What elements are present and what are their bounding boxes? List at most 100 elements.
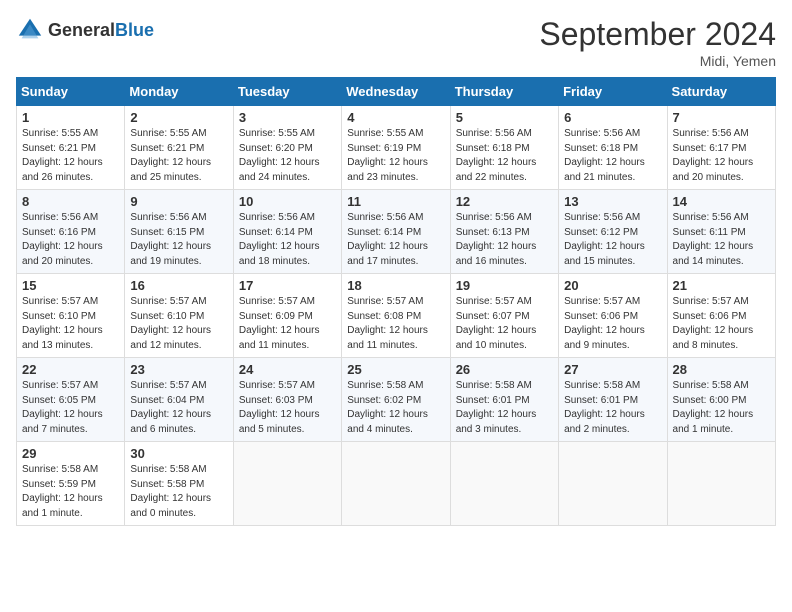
weekday-header: Wednesday xyxy=(342,78,450,106)
day-number: 15 xyxy=(22,278,119,293)
day-number: 23 xyxy=(130,362,227,377)
calendar-day-cell: 28 Sunrise: 5:58 AMSunset: 6:00 PMDaylig… xyxy=(667,358,775,442)
calendar-day-cell: 17 Sunrise: 5:57 AMSunset: 6:09 PMDaylig… xyxy=(233,274,341,358)
calendar-day-cell xyxy=(559,442,667,526)
day-info: Sunrise: 5:56 AMSunset: 6:11 PMDaylight:… xyxy=(673,212,754,267)
calendar-week-row: 22 Sunrise: 5:57 AMSunset: 6:05 PMDaylig… xyxy=(17,358,776,442)
day-number: 29 xyxy=(22,446,119,461)
calendar-week-row: 1 Sunrise: 5:55 AMSunset: 6:21 PMDayligh… xyxy=(17,106,776,190)
day-number: 19 xyxy=(456,278,553,293)
day-number: 1 xyxy=(22,110,119,125)
day-number: 27 xyxy=(564,362,661,377)
calendar-day-cell: 6 Sunrise: 5:56 AMSunset: 6:18 PMDayligh… xyxy=(559,106,667,190)
day-info: Sunrise: 5:57 AMSunset: 6:05 PMDaylight:… xyxy=(22,380,103,435)
day-number: 17 xyxy=(239,278,336,293)
calendar-day-cell: 29 Sunrise: 5:58 AMSunset: 5:59 PMDaylig… xyxy=(17,442,125,526)
day-number: 21 xyxy=(673,278,770,293)
calendar-day-cell: 26 Sunrise: 5:58 AMSunset: 6:01 PMDaylig… xyxy=(450,358,558,442)
day-number: 11 xyxy=(347,194,444,209)
day-info: Sunrise: 5:57 AMSunset: 6:06 PMDaylight:… xyxy=(673,296,754,351)
day-info: Sunrise: 5:58 AMSunset: 5:58 PMDaylight:… xyxy=(130,464,211,519)
weekday-header: Saturday xyxy=(667,78,775,106)
logo-icon xyxy=(16,16,44,44)
day-info: Sunrise: 5:55 AMSunset: 6:19 PMDaylight:… xyxy=(347,128,428,183)
calendar-day-cell: 13 Sunrise: 5:56 AMSunset: 6:12 PMDaylig… xyxy=(559,190,667,274)
calendar-day-cell: 19 Sunrise: 5:57 AMSunset: 6:07 PMDaylig… xyxy=(450,274,558,358)
calendar-day-cell: 16 Sunrise: 5:57 AMSunset: 6:10 PMDaylig… xyxy=(125,274,233,358)
day-number: 7 xyxy=(673,110,770,125)
calendar-day-cell xyxy=(233,442,341,526)
calendar-day-cell: 23 Sunrise: 5:57 AMSunset: 6:04 PMDaylig… xyxy=(125,358,233,442)
calendar-day-cell xyxy=(450,442,558,526)
day-info: Sunrise: 5:57 AMSunset: 6:07 PMDaylight:… xyxy=(456,296,537,351)
day-number: 25 xyxy=(347,362,444,377)
day-number: 22 xyxy=(22,362,119,377)
weekday-header: Tuesday xyxy=(233,78,341,106)
day-number: 18 xyxy=(347,278,444,293)
calendar-day-cell: 27 Sunrise: 5:58 AMSunset: 6:01 PMDaylig… xyxy=(559,358,667,442)
day-number: 26 xyxy=(456,362,553,377)
day-number: 13 xyxy=(564,194,661,209)
day-number: 20 xyxy=(564,278,661,293)
day-number: 8 xyxy=(22,194,119,209)
calendar-day-cell: 9 Sunrise: 5:56 AMSunset: 6:15 PMDayligh… xyxy=(125,190,233,274)
day-info: Sunrise: 5:56 AMSunset: 6:17 PMDaylight:… xyxy=(673,128,754,183)
day-info: Sunrise: 5:58 AMSunset: 6:02 PMDaylight:… xyxy=(347,380,428,435)
weekday-header: Thursday xyxy=(450,78,558,106)
day-info: Sunrise: 5:56 AMSunset: 6:14 PMDaylight:… xyxy=(347,212,428,267)
calendar-day-cell: 21 Sunrise: 5:57 AMSunset: 6:06 PMDaylig… xyxy=(667,274,775,358)
calendar-day-cell: 4 Sunrise: 5:55 AMSunset: 6:19 PMDayligh… xyxy=(342,106,450,190)
calendar-day-cell: 14 Sunrise: 5:56 AMSunset: 6:11 PMDaylig… xyxy=(667,190,775,274)
logo-blue-text: Blue xyxy=(115,20,154,40)
day-number: 3 xyxy=(239,110,336,125)
calendar-day-cell: 7 Sunrise: 5:56 AMSunset: 6:17 PMDayligh… xyxy=(667,106,775,190)
day-info: Sunrise: 5:55 AMSunset: 6:21 PMDaylight:… xyxy=(22,128,103,183)
page-header: GeneralBlue September 2024 Midi, Yemen xyxy=(16,16,776,69)
calendar-day-cell: 2 Sunrise: 5:55 AMSunset: 6:21 PMDayligh… xyxy=(125,106,233,190)
weekday-header: Sunday xyxy=(17,78,125,106)
calendar-week-row: 8 Sunrise: 5:56 AMSunset: 6:16 PMDayligh… xyxy=(17,190,776,274)
logo: GeneralBlue xyxy=(16,16,154,44)
location: Midi, Yemen xyxy=(539,53,776,69)
calendar-day-cell: 30 Sunrise: 5:58 AMSunset: 5:58 PMDaylig… xyxy=(125,442,233,526)
day-info: Sunrise: 5:58 AMSunset: 6:01 PMDaylight:… xyxy=(456,380,537,435)
day-number: 10 xyxy=(239,194,336,209)
day-info: Sunrise: 5:56 AMSunset: 6:12 PMDaylight:… xyxy=(564,212,645,267)
calendar-day-cell xyxy=(342,442,450,526)
day-info: Sunrise: 5:57 AMSunset: 6:09 PMDaylight:… xyxy=(239,296,320,351)
day-info: Sunrise: 5:55 AMSunset: 6:21 PMDaylight:… xyxy=(130,128,211,183)
calendar-day-cell: 22 Sunrise: 5:57 AMSunset: 6:05 PMDaylig… xyxy=(17,358,125,442)
calendar-day-cell: 8 Sunrise: 5:56 AMSunset: 6:16 PMDayligh… xyxy=(17,190,125,274)
calendar-table: SundayMondayTuesdayWednesdayThursdayFrid… xyxy=(16,77,776,526)
calendar-day-cell: 25 Sunrise: 5:58 AMSunset: 6:02 PMDaylig… xyxy=(342,358,450,442)
day-info: Sunrise: 5:56 AMSunset: 6:18 PMDaylight:… xyxy=(456,128,537,183)
day-info: Sunrise: 5:57 AMSunset: 6:08 PMDaylight:… xyxy=(347,296,428,351)
calendar-day-cell: 11 Sunrise: 5:56 AMSunset: 6:14 PMDaylig… xyxy=(342,190,450,274)
logo-general-text: General xyxy=(48,20,115,40)
calendar-week-row: 15 Sunrise: 5:57 AMSunset: 6:10 PMDaylig… xyxy=(17,274,776,358)
day-number: 2 xyxy=(130,110,227,125)
day-info: Sunrise: 5:56 AMSunset: 6:16 PMDaylight:… xyxy=(22,212,103,267)
day-number: 14 xyxy=(673,194,770,209)
calendar-week-row: 29 Sunrise: 5:58 AMSunset: 5:59 PMDaylig… xyxy=(17,442,776,526)
calendar-day-cell: 12 Sunrise: 5:56 AMSunset: 6:13 PMDaylig… xyxy=(450,190,558,274)
day-info: Sunrise: 5:57 AMSunset: 6:04 PMDaylight:… xyxy=(130,380,211,435)
day-number: 6 xyxy=(564,110,661,125)
weekday-header: Friday xyxy=(559,78,667,106)
calendar-day-cell: 24 Sunrise: 5:57 AMSunset: 6:03 PMDaylig… xyxy=(233,358,341,442)
calendar-day-cell: 5 Sunrise: 5:56 AMSunset: 6:18 PMDayligh… xyxy=(450,106,558,190)
day-number: 28 xyxy=(673,362,770,377)
day-info: Sunrise: 5:56 AMSunset: 6:18 PMDaylight:… xyxy=(564,128,645,183)
day-number: 4 xyxy=(347,110,444,125)
day-number: 5 xyxy=(456,110,553,125)
day-info: Sunrise: 5:58 AMSunset: 6:01 PMDaylight:… xyxy=(564,380,645,435)
day-number: 16 xyxy=(130,278,227,293)
calendar-day-cell: 20 Sunrise: 5:57 AMSunset: 6:06 PMDaylig… xyxy=(559,274,667,358)
calendar-day-cell: 18 Sunrise: 5:57 AMSunset: 6:08 PMDaylig… xyxy=(342,274,450,358)
day-info: Sunrise: 5:57 AMSunset: 6:03 PMDaylight:… xyxy=(239,380,320,435)
calendar-header-row: SundayMondayTuesdayWednesdayThursdayFrid… xyxy=(17,78,776,106)
day-number: 12 xyxy=(456,194,553,209)
day-number: 30 xyxy=(130,446,227,461)
day-info: Sunrise: 5:57 AMSunset: 6:10 PMDaylight:… xyxy=(22,296,103,351)
calendar-day-cell: 3 Sunrise: 5:55 AMSunset: 6:20 PMDayligh… xyxy=(233,106,341,190)
